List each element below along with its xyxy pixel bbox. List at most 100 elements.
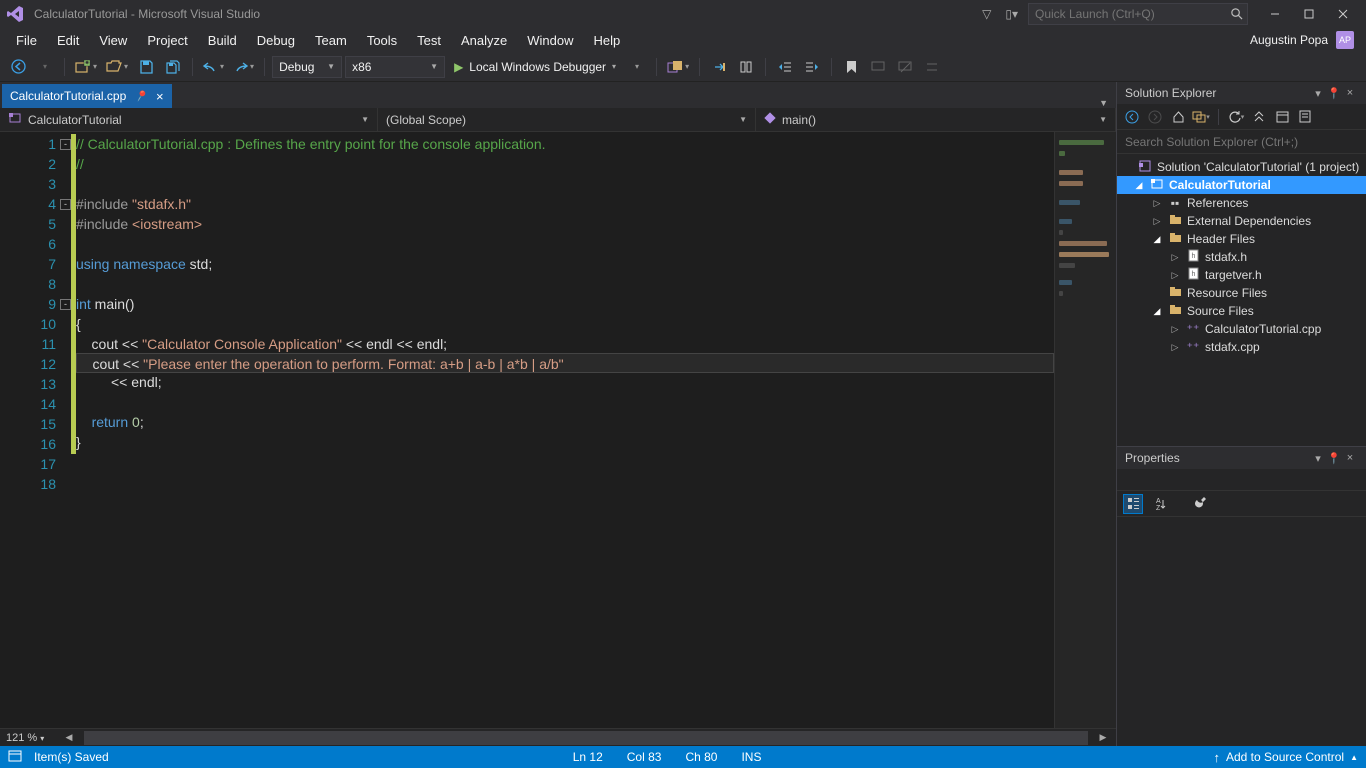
menu-bar: FileEditViewProjectBuildDebugTeamToolsTe… (0, 28, 1366, 52)
new-project-button[interactable]: ✷▾ (72, 56, 100, 78)
menu-project[interactable]: Project (137, 30, 197, 51)
menu-help[interactable]: Help (584, 30, 631, 51)
minimize-button[interactable] (1258, 2, 1292, 26)
maximize-button[interactable] (1292, 2, 1326, 26)
user-avatar[interactable]: AP (1336, 31, 1354, 49)
step-over-button[interactable] (734, 56, 758, 78)
close-tab-icon[interactable]: × (156, 89, 164, 104)
indent-button[interactable] (800, 56, 824, 78)
tab-overflow-button[interactable]: ▼ (1091, 98, 1116, 108)
panel-close-icon[interactable]: × (1342, 452, 1358, 464)
scroll-left-icon[interactable]: ◀ (62, 732, 76, 743)
menu-analyze[interactable]: Analyze (451, 30, 517, 51)
platform-dropdown[interactable]: x86▼ (345, 56, 445, 78)
header-files-node[interactable]: ◢Header Files (1117, 230, 1366, 248)
stdafx-h-node[interactable]: ▷hstdafx.h (1117, 248, 1366, 266)
solution-tree[interactable]: Solution 'CalculatorTutorial' (1 project… (1117, 154, 1366, 446)
overview-ruler[interactable]: ▭ (1054, 132, 1116, 728)
fold-toggle[interactable]: - (60, 139, 71, 150)
back-icon[interactable] (1123, 108, 1141, 126)
show-all-icon[interactable] (1273, 108, 1291, 126)
open-file-button[interactable]: ▾ (103, 56, 131, 78)
title-bar: CalculatorTutorial - Microsoft Visual St… (0, 0, 1366, 28)
menu-team[interactable]: Team (305, 30, 357, 51)
menu-test[interactable]: Test (407, 30, 451, 51)
svg-text:Z: Z (1156, 505, 1161, 512)
solution-search-input[interactable] (1117, 130, 1366, 153)
source-files-node[interactable]: ◢Source Files (1117, 302, 1366, 320)
uncomment-button[interactable] (893, 56, 917, 78)
step-into-button[interactable] (707, 56, 731, 78)
panel-close-icon[interactable]: × (1342, 87, 1358, 99)
comment-button[interactable] (866, 56, 890, 78)
nav-back-button[interactable] (6, 56, 30, 78)
save-button[interactable] (134, 56, 158, 78)
menu-file[interactable]: File (6, 30, 47, 51)
zoom-level[interactable]: 121 % ▾ (6, 732, 54, 744)
status-col: Col 83 (615, 750, 674, 764)
outdent-button[interactable] (773, 56, 797, 78)
categorized-icon[interactable] (1123, 494, 1143, 514)
panel-pin-icon[interactable]: 📍 (1326, 87, 1342, 100)
fwd-icon[interactable] (1146, 108, 1164, 126)
menu-build[interactable]: Build (198, 30, 247, 51)
panel-dropdown-icon[interactable]: ▾ (1310, 87, 1326, 100)
nav-project-combo[interactable]: CalculatorTutorial▼ (0, 108, 378, 131)
properties-icon[interactable] (1296, 108, 1314, 126)
menu-window[interactable]: Window (517, 30, 583, 51)
process-button[interactable]: ▾ (664, 56, 692, 78)
resource-files-node[interactable]: Resource Files (1117, 284, 1366, 302)
start-debugging-button[interactable]: ▶Local Windows Debugger▾ (448, 60, 622, 74)
panel-dropdown-icon[interactable]: ▾ (1310, 452, 1326, 465)
properties-toolbar: AZ (1117, 491, 1366, 517)
redo-button[interactable]: ▾ (230, 56, 257, 78)
user-name[interactable]: Augustin Popa (1250, 33, 1328, 47)
external-deps-node[interactable]: ▷External Dependencies (1117, 212, 1366, 230)
quick-launch-input[interactable] (1035, 7, 1241, 21)
feedback-icon[interactable]: ▯▾ (1005, 7, 1018, 21)
line-number-gutter: 123456789101112131415161718 (0, 132, 76, 728)
fold-toggle[interactable]: - (60, 199, 71, 210)
collapse-icon[interactable] (1250, 108, 1268, 126)
scroll-right-icon[interactable]: ▶ (1096, 732, 1110, 743)
pin-icon[interactable]: 📍 (132, 87, 150, 105)
solution-explorer-toolbar: ▾ ▾ (1117, 104, 1366, 130)
solution-node[interactable]: Solution 'CalculatorTutorial' (1 project… (1117, 158, 1366, 176)
references-node[interactable]: ▷▪▪References (1117, 194, 1366, 212)
save-all-button[interactable] (161, 56, 185, 78)
status-ch: Ch 80 (673, 750, 729, 764)
main-toolbar: ▾ ✷▾ ▾ ▾ ▾ Debug▼ x86▼ ▶Local Windows De… (0, 52, 1366, 82)
fold-toggle[interactable]: - (60, 299, 71, 310)
project-node[interactable]: ◢CalculatorTutorial (1117, 176, 1366, 194)
menu-view[interactable]: View (89, 30, 137, 51)
output-icon[interactable] (8, 750, 22, 765)
solution-search[interactable] (1117, 130, 1366, 154)
undo-button[interactable]: ▾ (200, 56, 227, 78)
close-button[interactable] (1326, 2, 1360, 26)
tab-calculator-cpp[interactable]: CalculatorTutorial.cpp 📍 × (2, 84, 172, 108)
quick-launch[interactable] (1028, 3, 1248, 25)
bookmark-button[interactable] (839, 56, 863, 78)
nav-scope-combo[interactable]: (Global Scope)▼ (378, 108, 756, 131)
horizontal-scrollbar[interactable] (84, 731, 1088, 745)
svg-text:h: h (1191, 253, 1195, 260)
menu-tools[interactable]: Tools (357, 30, 407, 51)
code-editor[interactable]: -// CalculatorTutorial.cpp : Defines the… (76, 132, 1054, 728)
alphabetical-icon[interactable]: AZ (1149, 494, 1169, 514)
stdafx-cpp-node[interactable]: ▷⁺⁺stdafx.cpp (1117, 338, 1366, 356)
targetver-h-node[interactable]: ▷htargetver.h (1117, 266, 1366, 284)
nav-fwd-button[interactable]: ▾ (33, 56, 57, 78)
home-icon[interactable] (1169, 108, 1187, 126)
property-pages-icon[interactable] (1189, 494, 1209, 514)
notifications-icon[interactable]: ▽ (982, 7, 991, 21)
config-dropdown[interactable]: Debug▼ (272, 56, 342, 78)
nav-function-combo[interactable]: main()▼ (756, 108, 1116, 131)
menu-debug[interactable]: Debug (247, 30, 305, 51)
sync-icon[interactable]: ▾ (1192, 108, 1210, 126)
toggle-button[interactable] (920, 56, 944, 78)
menu-edit[interactable]: Edit (47, 30, 89, 51)
refresh-icon[interactable]: ▾ (1227, 108, 1245, 126)
add-source-control-button[interactable]: ↑Add to Source Control▲ (1214, 750, 1359, 765)
panel-pin-icon[interactable]: 📍 (1326, 452, 1342, 465)
calc-cpp-node[interactable]: ▷⁺⁺CalculatorTutorial.cpp (1117, 320, 1366, 338)
